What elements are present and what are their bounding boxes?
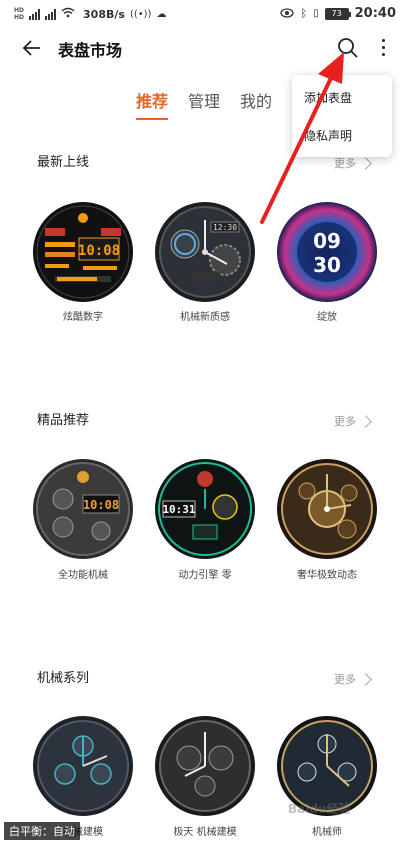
tab-bar: 推荐 管理 我的 (136, 88, 272, 120)
watch-face-full-mechanical[interactable]: 10:08 (33, 459, 133, 559)
more-dot-icon (381, 46, 385, 49)
back-arrow-icon (22, 40, 40, 56)
face-name: 绽放 (317, 312, 337, 323)
chevron-right-icon (359, 672, 372, 686)
chevron-right-icon (359, 414, 372, 428)
app-header: 表盘市场 (0, 28, 410, 70)
face-name: 炫酷数字 (63, 312, 103, 323)
tab-manage[interactable]: 管理 (188, 88, 220, 120)
cloud-icon: ☁ (156, 8, 167, 20)
watch-face-bloom[interactable]: 09 30 (277, 202, 377, 302)
eye-icon (280, 7, 295, 21)
search-button[interactable] (336, 36, 360, 60)
tab-recommend[interactable]: 推荐 (136, 88, 169, 120)
more-dot-icon (381, 39, 385, 42)
page-title: 表盘市场 (58, 41, 123, 60)
section-more-featured[interactable]: 更多 (334, 413, 372, 429)
svg-text:30: 30 (313, 253, 341, 277)
face-time-text: 10:08 (78, 243, 120, 259)
watch-face-polar-mechanical-model[interactable] (155, 716, 255, 816)
face-name: 奢华极致动态 (297, 570, 357, 581)
status-bar: HD HD 308B/s ((•)) ☁ ᛒ ▯ 73 20:40 (0, 0, 410, 28)
white-balance-watermark: 白平衡：自动 (4, 822, 80, 840)
signal-2-icon (45, 8, 57, 20)
signal-icon (29, 8, 41, 20)
watch-face-mechanical-texture[interactable]: 12:30 (155, 202, 255, 302)
face-time-text: 10:08 (83, 498, 119, 512)
more-dot-icon (381, 53, 385, 56)
face-time-text: 10:31 (162, 503, 195, 516)
more-label: 更多 (334, 673, 356, 686)
face-name: 极天 机械建模 (173, 827, 237, 838)
hd-icon: HD HD (14, 7, 25, 21)
svg-text:09: 09 (313, 229, 341, 253)
search-icon (338, 38, 358, 58)
more-label: 更多 (334, 415, 356, 428)
section-title-featured: 精品推荐 (37, 413, 90, 428)
hotspot-icon: ((•)) (129, 8, 152, 20)
vibrate-icon: ▯ (313, 8, 319, 19)
watch-face-luxury-dynamic[interactable] (277, 459, 377, 559)
face-name: 动力引擎 零 (178, 570, 232, 581)
face-name: 机械新质感 (180, 312, 230, 323)
face-name: 全功能机械 (58, 570, 108, 581)
menu-item-add-face[interactable]: 添加表盘 (304, 89, 352, 106)
back-button[interactable] (20, 36, 44, 60)
section-more-mechanical[interactable]: 更多 (334, 671, 372, 687)
battery-icon: 73 (324, 7, 351, 20)
chevron-right-icon (359, 156, 372, 170)
section-more-new[interactable]: 更多 (334, 155, 372, 171)
bluetooth-icon: ᛒ (300, 7, 308, 20)
status-left: HD HD 308B/s ((•)) ☁ (14, 7, 166, 21)
watch-face-cool-digital[interactable]: 10:08 (33, 202, 133, 302)
watch-face-power-engine[interactable]: 10:31 (155, 459, 255, 559)
more-label: 更多 (334, 157, 356, 170)
overflow-menu: 添加表盘 隐私声明 (292, 75, 392, 157)
tab-mine[interactable]: 我的 (240, 88, 272, 120)
face-name: 机械师 (312, 827, 342, 838)
network-speed: 308B/s (83, 7, 125, 21)
clock: 20:40 (354, 6, 396, 21)
section-title-new: 最新上线 (37, 155, 90, 170)
wifi-icon (61, 7, 75, 21)
watch-face-mechanical-model[interactable] (33, 716, 133, 816)
face-time-text: 12:30 (213, 223, 237, 232)
menu-item-privacy[interactable]: 隐私声明 (304, 127, 352, 144)
more-options-button[interactable] (373, 36, 393, 60)
section-title-mechanical: 机械系列 (37, 671, 90, 686)
status-right: ᛒ ▯ 73 20:40 (280, 6, 396, 21)
baidu-watermark: Baidu经验 (288, 802, 351, 816)
